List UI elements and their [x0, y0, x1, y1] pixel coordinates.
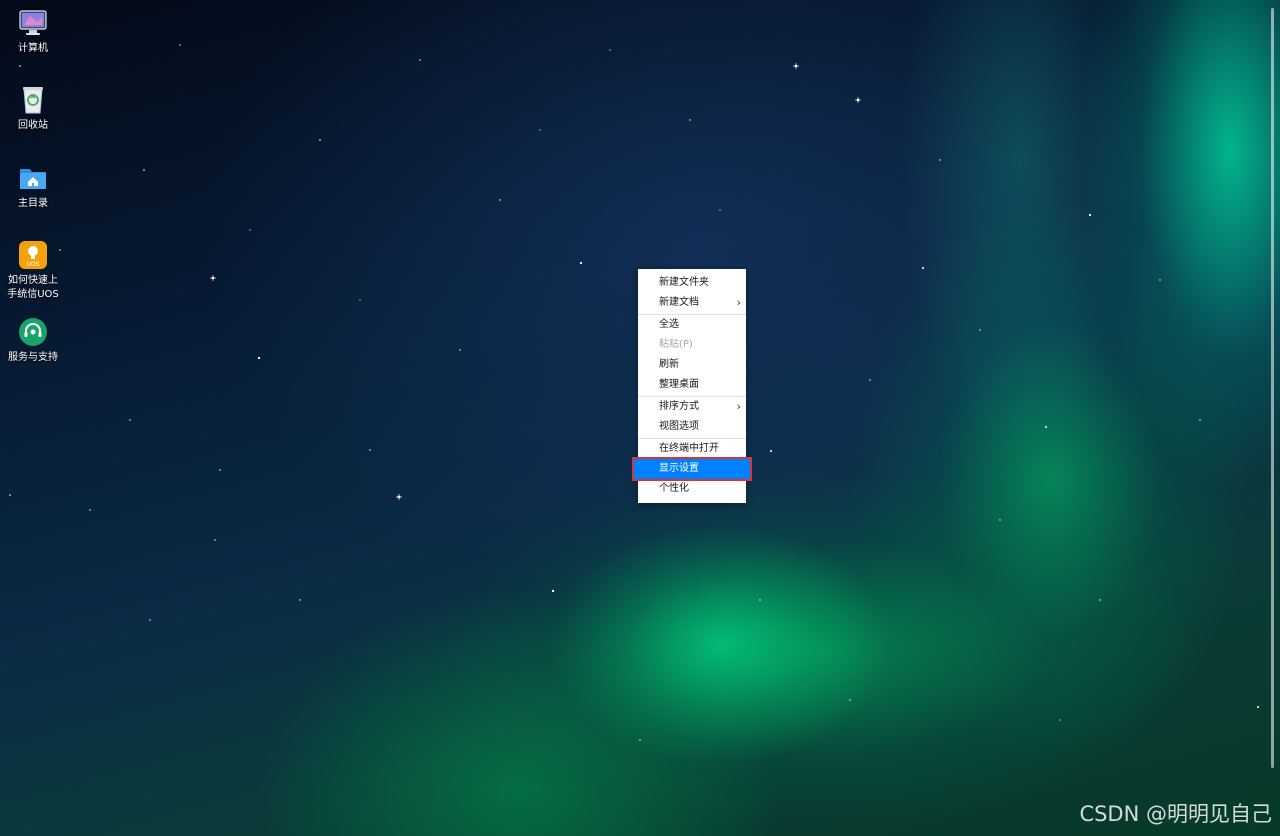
headset-icon — [18, 317, 48, 347]
menu-item-personalize[interactable]: 个性化 — [638, 479, 746, 499]
menu-item-label: 排序方式 — [659, 401, 699, 412]
menu-item-label: 在终端中打开 — [659, 443, 719, 454]
menu-item-label: 刷新 — [659, 359, 679, 370]
menu-item-display-settings[interactable]: 显示设置 — [632, 457, 752, 481]
trash-icon — [18, 85, 48, 115]
menu-item-sort-by[interactable]: 排序方式 › — [638, 397, 746, 417]
menu-item-label: 显示设置 — [659, 463, 699, 474]
chevron-right-icon: › — [736, 296, 741, 309]
menu-item-label: 新建文件夹 — [659, 277, 709, 288]
home-folder-icon — [18, 163, 48, 193]
desktop-icon-label: 计算机 — [18, 43, 48, 54]
lightbulb-icon: UOS — [18, 240, 48, 270]
desktop-icon-home[interactable]: 主目录 — [0, 163, 66, 211]
desktop-context-menu: 新建文件夹 新建文档 › 全选 粘贴(P) 刷新 整理桌面 排序方式 › 视图选… — [632, 269, 752, 503]
desktop-icon-guide[interactable]: UOS 如何快速上 手统信UOS — [0, 240, 66, 302]
menu-item-select-all[interactable]: 全选 — [638, 315, 746, 335]
csdn-watermark: CSDN @明明见自己 — [1079, 802, 1272, 826]
menu-item-refresh[interactable]: 刷新 — [638, 355, 746, 375]
desktop-icon-label: 服务与支持 — [8, 352, 58, 363]
menu-item-arrange-desktop[interactable]: 整理桌面 — [638, 375, 746, 395]
menu-item-new-document[interactable]: 新建文档 › — [638, 293, 746, 313]
svg-text:UOS: UOS — [26, 262, 39, 268]
screen-edge-scrollbar — [1271, 8, 1274, 768]
desktop-icon-support[interactable]: 服务与支持 — [0, 317, 66, 365]
menu-item-new-folder[interactable]: 新建文件夹 — [638, 273, 746, 293]
menu-item-label: 全选 — [659, 319, 679, 330]
computer-icon — [18, 8, 48, 38]
menu-item-open-in-terminal[interactable]: 在终端中打开 — [638, 439, 746, 459]
menu-item-label: 新建文档 — [659, 297, 699, 308]
chevron-right-icon: › — [736, 400, 741, 413]
menu-item-label: 整理桌面 — [659, 379, 699, 390]
desktop-icon-label: 如何快速上 手统信UOS — [7, 275, 59, 300]
desktop-icon-computer[interactable]: 计算机 — [0, 8, 66, 56]
desktop-icon-label: 主目录 — [18, 198, 48, 209]
menu-item-view-options[interactable]: 视图选项 — [638, 417, 746, 437]
menu-item-label: 粘贴(P) — [659, 339, 693, 350]
menu-item-paste: 粘贴(P) — [638, 335, 746, 355]
desktop-icon-trash[interactable]: 回收站 — [0, 85, 66, 133]
desktop-icon-label: 回收站 — [18, 120, 48, 131]
menu-item-label: 视图选项 — [659, 421, 699, 432]
menu-item-label: 个性化 — [659, 483, 689, 494]
